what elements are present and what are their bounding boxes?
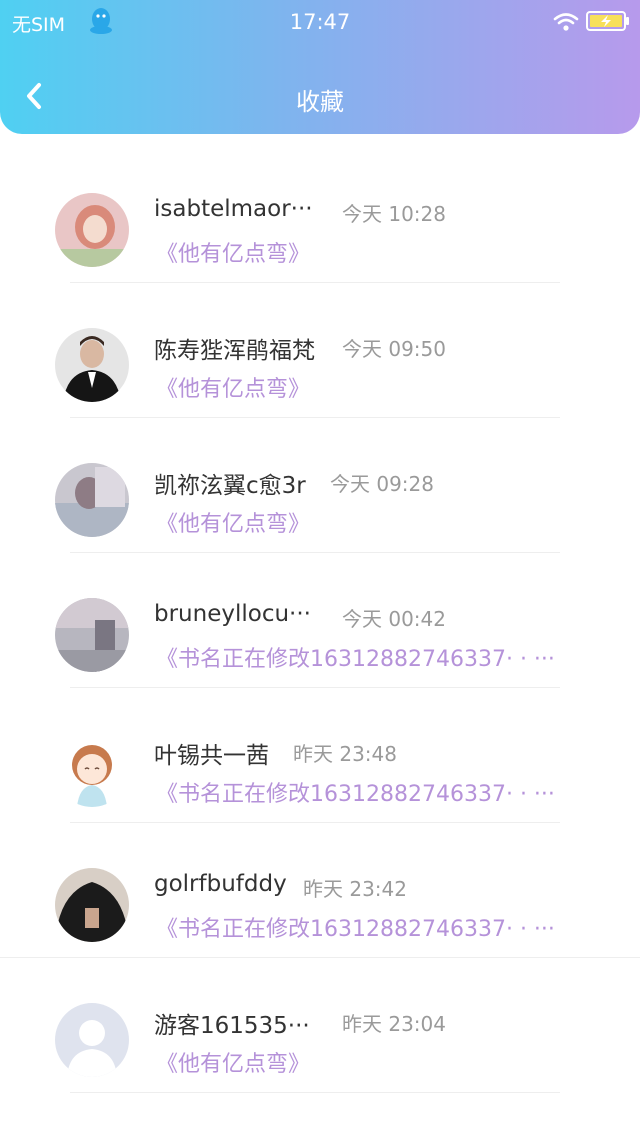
book-title[interactable]: 《他有亿点弯》 bbox=[156, 236, 310, 268]
favorites-list: isabtelmaor··· 今天 10:28 《他有亿点弯》 陈寿狴浑鹃福梵 … bbox=[0, 148, 640, 1093]
avatar[interactable] bbox=[55, 733, 129, 807]
user-name: golrfbufddy bbox=[154, 871, 287, 897]
book-title[interactable]: 《他有亿点弯》 bbox=[156, 1046, 310, 1078]
back-button[interactable] bbox=[14, 76, 54, 116]
list-item[interactable]: 叶锡共一茜 昨天 23:48 《书名正在修改16312882746337· · … bbox=[0, 688, 640, 823]
list-item[interactable]: 游客161535··· 昨天 23:04 《他有亿点弯》 bbox=[0, 958, 640, 1093]
chevron-left-icon bbox=[27, 83, 41, 109]
user-name: isabtelmaor··· bbox=[154, 196, 313, 222]
status-bar: 无SIM 17:47 bbox=[0, 0, 640, 44]
header: 无SIM 17:47 收藏 bbox=[0, 0, 640, 134]
timestamp: 今天 09:28 bbox=[330, 472, 434, 496]
timestamp: 昨天 23:48 bbox=[293, 742, 397, 766]
user-name: 陈寿狴浑鹃福梵 bbox=[154, 338, 315, 364]
timestamp: 昨天 23:42 bbox=[303, 877, 407, 901]
timestamp: 今天 10:28 bbox=[342, 202, 446, 226]
timestamp: 今天 09:50 bbox=[342, 337, 446, 361]
clock: 17:47 bbox=[289, 10, 351, 34]
user-name: 游客161535··· bbox=[154, 1013, 310, 1039]
battery-icon bbox=[586, 11, 630, 31]
list-item[interactable]: isabtelmaor··· 今天 10:28 《他有亿点弯》 bbox=[0, 148, 640, 283]
divider bbox=[70, 1092, 560, 1093]
navbar: 收藏 bbox=[0, 64, 640, 130]
avatar[interactable] bbox=[55, 328, 129, 402]
timestamp: 昨天 23:04 bbox=[342, 1012, 446, 1036]
avatar[interactable] bbox=[55, 463, 129, 537]
book-title[interactable]: 《书名正在修改16312882746337· · ··· bbox=[156, 776, 555, 808]
user-name: 凯祢泫翼c愈3r bbox=[154, 473, 306, 499]
timestamp: 今天 00:42 bbox=[342, 607, 446, 631]
avatar[interactable] bbox=[55, 193, 129, 267]
book-title[interactable]: 《书名正在修改16312882746337· · ··· bbox=[156, 911, 555, 943]
page-title: 收藏 bbox=[296, 88, 344, 116]
list-item[interactable]: bruneyllocu··· 今天 00:42 《书名正在修改163128827… bbox=[0, 553, 640, 688]
avatar[interactable] bbox=[55, 598, 129, 672]
user-name: bruneyllocu··· bbox=[154, 601, 311, 627]
book-title[interactable]: 《他有亿点弯》 bbox=[156, 506, 310, 538]
default-avatar-icon[interactable] bbox=[55, 1003, 129, 1077]
wifi-icon bbox=[553, 12, 579, 32]
book-title[interactable]: 《他有亿点弯》 bbox=[156, 371, 310, 403]
list-item[interactable]: 凯祢泫翼c愈3r 今天 09:28 《他有亿点弯》 bbox=[0, 418, 640, 553]
book-title[interactable]: 《书名正在修改16312882746337· · ··· bbox=[156, 641, 555, 673]
list-item[interactable]: golrfbufddy 昨天 23:42 《书名正在修改163128827463… bbox=[0, 823, 640, 958]
list-item[interactable]: 陈寿狴浑鹃福梵 今天 09:50 《他有亿点弯》 bbox=[0, 283, 640, 418]
user-name: 叶锡共一茜 bbox=[154, 743, 269, 769]
avatar[interactable] bbox=[55, 868, 129, 942]
